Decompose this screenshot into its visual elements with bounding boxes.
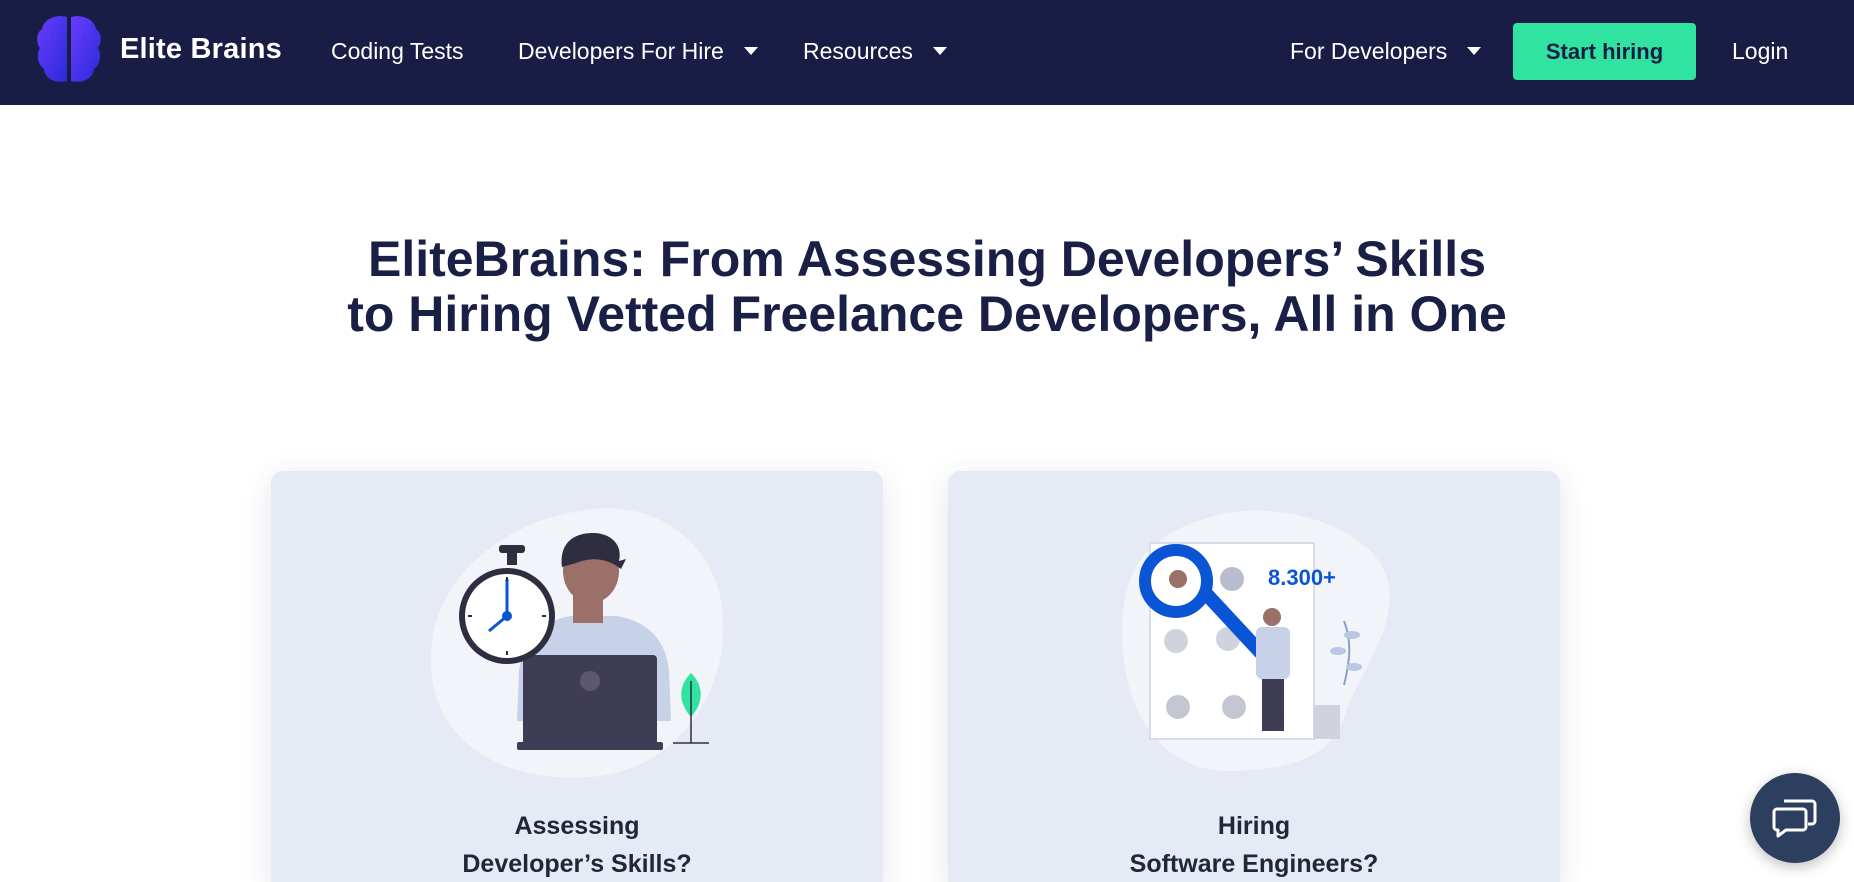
nav-coding-tests-label: Coding Tests xyxy=(331,37,464,64)
nav-resources[interactable]: Resources xyxy=(803,34,947,68)
caret-down-icon xyxy=(1467,47,1482,55)
candidate-search-illustration: 8.300+ xyxy=(1122,510,1390,771)
hiring-card-title-line-2: Software Engineers? xyxy=(1129,850,1379,878)
nav-developers-for-hire-label: Developers For Hire xyxy=(518,37,724,64)
developer-with-stopwatch-illustration xyxy=(430,508,724,778)
caret-down-icon xyxy=(932,47,947,55)
chat-widget-button[interactable] xyxy=(1750,773,1840,863)
brain-logo-icon xyxy=(37,16,101,82)
brand-name: Elite Brains xyxy=(120,32,282,65)
assessing-skills-card[interactable]: Assessing Developer’s Skills? xyxy=(271,471,883,882)
nav-for-developers[interactable]: For Developers xyxy=(1290,34,1482,68)
nav-resources-label: Resources xyxy=(803,37,913,64)
brand-logo-link[interactable]: Elite Brains xyxy=(36,13,282,85)
nav-for-developers-label: For Developers xyxy=(1290,37,1448,64)
login-link[interactable]: Login xyxy=(1732,34,1788,68)
candidates-count-badge: 8.300+ xyxy=(1268,565,1336,590)
assessing-card-title-line-1: Assessing xyxy=(514,812,640,840)
nav-developers-for-hire[interactable]: Developers For Hire xyxy=(518,34,758,68)
hiring-card-title: Hiring Software Engineers? xyxy=(948,807,1560,882)
assessing-card-title-line-2: Developer’s Skills? xyxy=(462,850,692,878)
hiring-card-title-line-1: Hiring xyxy=(1217,812,1291,840)
login-label: Login xyxy=(1732,37,1789,64)
top-navbar: Elite Brains Coding Tests Developers For… xyxy=(0,0,1854,105)
assessing-card-title: Assessing Developer’s Skills? xyxy=(271,807,883,882)
start-hiring-button[interactable]: Start hiring xyxy=(1513,23,1696,80)
hero-title-line-2: to Hiring Vetted Freelance Developers, A… xyxy=(347,286,1507,342)
hero-title-line-1: EliteBrains: From Assessing Developers’ … xyxy=(367,231,1487,287)
hero-title: EliteBrains: From Assessing Developers’ … xyxy=(0,232,1854,342)
caret-down-icon xyxy=(743,47,758,55)
chat-icon xyxy=(1772,799,1817,838)
hiring-engineers-card[interactable]: 8.300+ Hiring Software Engineers? xyxy=(948,471,1560,882)
nav-coding-tests[interactable]: Coding Tests xyxy=(331,34,464,68)
